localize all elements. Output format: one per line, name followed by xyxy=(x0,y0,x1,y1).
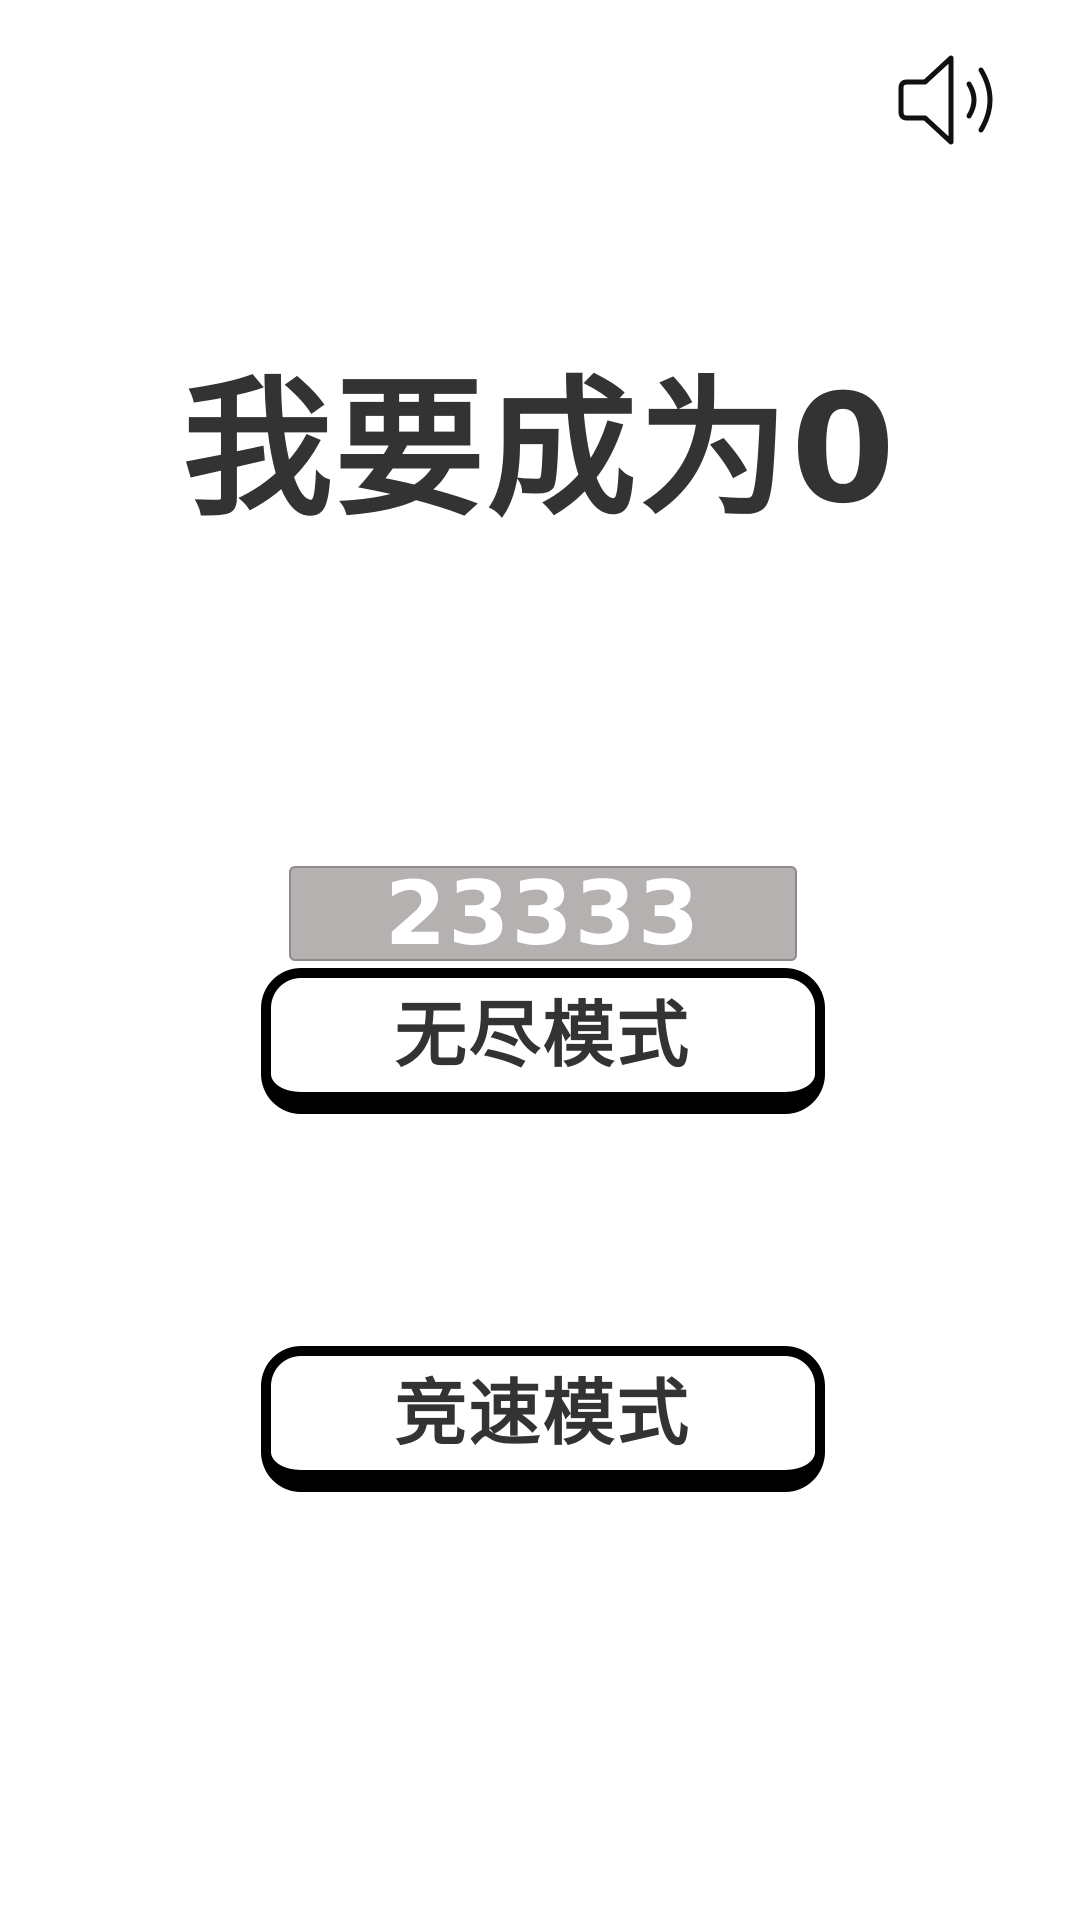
game-title: 我要成为0 xyxy=(182,363,898,537)
speaker-volume-icon xyxy=(898,55,993,145)
sound-toggle-button[interactable] xyxy=(895,50,1007,150)
high-score-display: 23333 xyxy=(289,866,797,961)
endless-mode-button[interactable]: 无尽模式 xyxy=(261,968,825,1114)
speed-mode-button[interactable]: 竞速模式 xyxy=(261,1346,825,1492)
